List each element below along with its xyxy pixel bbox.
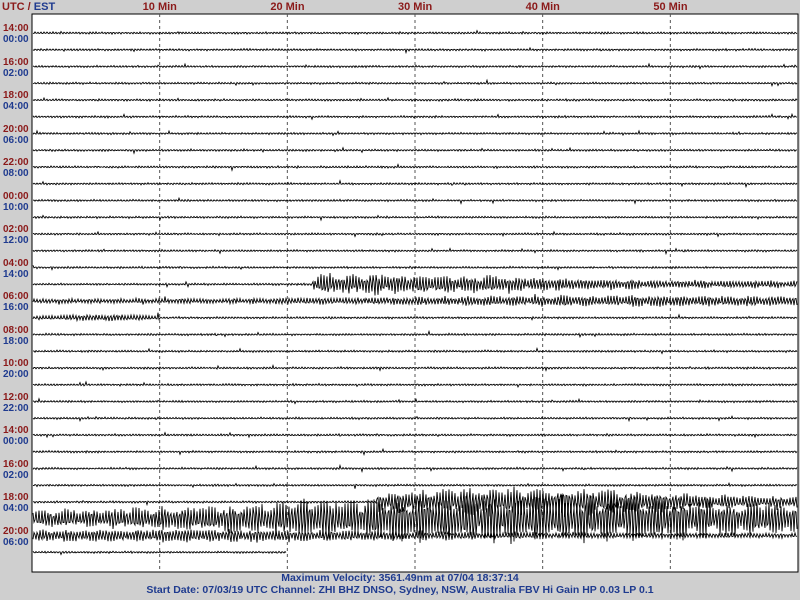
row-label-est: 04:00 <box>3 503 29 514</box>
est-header: EST <box>33 1 56 13</box>
row-label-est: 12:00 <box>3 235 29 246</box>
row-label-utc: 16:00 <box>3 458 29 470</box>
helicorder-frame: UTC / EST 10 Min 20 Min 30 Min 40 Min 50 Min… <box>0 0 800 600</box>
x-tick-label: 20 Min <box>270 1 305 13</box>
row-label-est: 00:00 <box>3 34 29 45</box>
row-label-est: 14:00 <box>3 268 29 280</box>
row-label-utc: 20:00 <box>3 525 29 537</box>
row-label-est: 06:00 <box>3 134 29 146</box>
x-tick-label: 50 Min <box>653 1 688 13</box>
row-label-utc: 02:00 <box>3 224 29 235</box>
row-label-utc: 12:00 <box>3 391 29 403</box>
row-label-est: 16:00 <box>3 302 29 313</box>
row-label-est: 02:00 <box>3 67 29 79</box>
row-label-utc: 10:00 <box>3 358 29 369</box>
row-label-est: 06:00 <box>3 536 29 548</box>
row-label-est: 22:00 <box>3 402 29 414</box>
row-label-utc: 08:00 <box>3 324 29 336</box>
row-label-utc: 18:00 <box>3 492 29 503</box>
row-label-est: 20:00 <box>3 369 29 380</box>
row-label-utc: 16:00 <box>3 56 29 68</box>
row-label-utc: 18:00 <box>3 90 29 101</box>
max-velocity-line: Maximum Velocity: 3561.49nm at 07/04 18:… <box>281 572 519 584</box>
start-date-line: Start Date: 07/03/19 UTC Channel: ZHI BH… <box>146 584 654 596</box>
x-tick-label: 30 Min <box>398 1 433 13</box>
x-tick-label: 10 Min <box>142 1 177 13</box>
row-label-utc: 06:00 <box>3 291 29 302</box>
row-label-est: 02:00 <box>3 469 29 481</box>
row-label-utc: 14:00 <box>3 425 29 436</box>
row-label-utc: 14:00 <box>3 23 29 34</box>
row-label-est: 18:00 <box>3 335 29 347</box>
seismogram-plot <box>31 13 799 573</box>
timezone-header: UTC / EST <box>2 1 55 13</box>
row-label-est: 10:00 <box>3 201 29 213</box>
footer-info: Maximum Velocity: 3561.49nm at 07/04 18:… <box>0 572 800 596</box>
utc-header: UTC <box>2 1 25 13</box>
row-label-est: 04:00 <box>3 101 29 112</box>
x-tick-label: 40 Min <box>525 1 560 13</box>
row-label-est: 08:00 <box>3 168 29 179</box>
row-label-utc: 20:00 <box>3 123 29 135</box>
header-separator: / <box>24 1 34 13</box>
row-label-est: 00:00 <box>3 436 29 447</box>
row-label-utc: 04:00 <box>3 257 29 269</box>
row-label-utc: 22:00 <box>3 157 29 168</box>
row-label-utc: 00:00 <box>3 190 29 202</box>
